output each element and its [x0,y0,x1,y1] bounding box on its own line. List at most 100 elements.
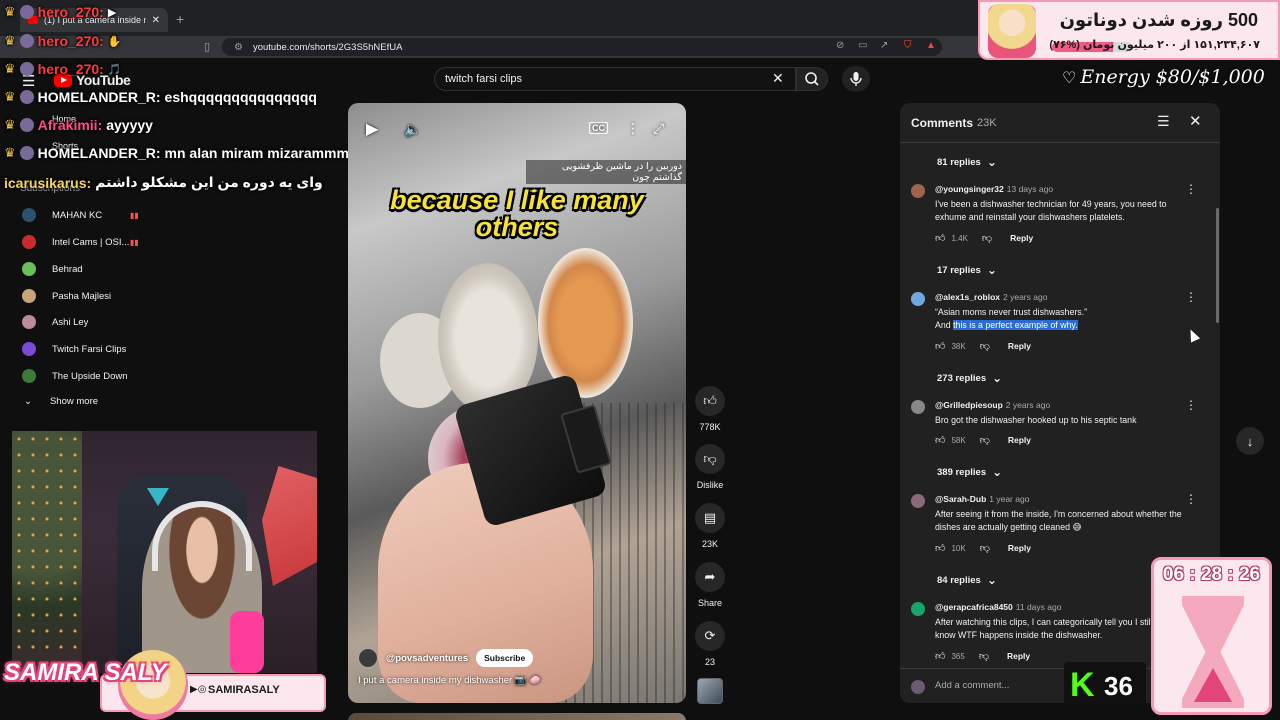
reply-button[interactable]: Reply [1008,341,1031,351]
view-replies-button[interactable]: 273 replies ⌄ [937,371,1002,385]
chat-message: ♛ hero_270: 🎵 [4,61,122,77]
comment-icon: ▤ [703,510,717,525]
comment-author[interactable]: @gerapcafrica8450 11 days ago [935,602,1061,612]
user-avatar [911,680,925,694]
site-info-icon[interactable]: ⚙ [234,42,243,53]
thumbs-down-icon[interactable]: 👎︎ [980,340,990,352]
thumbs-down-icon[interactable]: 👎︎ [980,542,990,554]
thumbs-down-icon[interactable]: 👎︎ [980,434,990,446]
comment-time: 11 days ago [1015,602,1062,612]
comment-author[interactable]: @Sarah-Dub 1 year ago [935,494,1029,504]
captions-icon[interactable]: CC [589,122,608,134]
search-button[interactable] [796,67,828,91]
chat-message: ♛ Afrakimii: ayyyyy [4,117,153,133]
view-replies-button[interactable]: 84 replies ⌄ [937,573,997,587]
reply-button[interactable]: Reply [1008,543,1031,553]
sidebar-subscription-item[interactable]: Ashi Ley [22,315,162,329]
heart-icon: ♡ [1062,68,1077,87]
comment-author[interactable]: @youngsinger32 13 days ago [935,184,1053,194]
sort-icon[interactable]: ☰ [1157,113,1170,130]
crown-badge-icon: ♛ [4,4,16,19]
thumbs-up-icon[interactable]: 👍︎ [935,542,945,554]
chevron-down-icon: ⌄ [992,371,1003,385]
thumbs-down-icon[interactable]: 👎︎ [979,650,989,662]
thumbs-up-icon[interactable]: 👍︎ [935,232,945,244]
sidebar-subscription-item[interactable]: Behrad [22,262,162,276]
view-replies-button[interactable]: 17 replies ⌄ [937,263,997,277]
energy-goal: ♡ Energy $80/$1,000 [1062,66,1265,88]
fullscreen-icon[interactable]: ⤢ [653,120,664,137]
show-more-button[interactable]: ⌄ Show more [24,396,98,407]
channel-handle[interactable]: @povsadventures [386,653,468,664]
comment-avatar[interactable] [911,494,925,508]
more-options-icon[interactable]: ⋮ [1185,182,1197,196]
thumbs-down-icon[interactable]: 👎︎ [982,232,992,244]
comment-author[interactable]: @alex1s_roblox 2 years ago [935,292,1047,302]
comment-like-count: 58K [951,435,966,445]
view-replies-button[interactable]: 81 replies ⌄ [937,155,997,169]
share-page-icon[interactable]: ↗ [880,40,888,51]
comments-scrollbar[interactable] [1216,208,1219,323]
bookmark-icon[interactable]: ▯ [204,40,210,53]
omnibox[interactable]: ⚙ youtube.com/shorts/2G3S5hNEfUA [222,38,942,56]
subscription-name: Behrad [52,263,83,275]
next-video-preview[interactable] [348,713,686,720]
brave-shield-icon[interactable]: ⛉ [904,40,912,51]
comment-author[interactable]: @Grilledpiesoup 2 years ago [935,400,1050,410]
persian-subtitle: دوربین را در ماشین ظرفشویی گذاشتم چون [526,160,686,184]
subscription-name: Ashi Ley [52,316,89,328]
more-options-icon[interactable]: ⋮ [1185,492,1197,506]
add-comment-input[interactable]: Add a comment... [935,680,1009,691]
more-options-icon[interactable]: ⋮ [1185,290,1197,304]
reply-button[interactable]: Reply [1008,435,1031,445]
volume-icon[interactable]: 🔈 [404,121,421,138]
remix-button[interactable]: ⟳ 23 [694,621,726,667]
next-video-button[interactable]: ↓ [1236,427,1264,455]
subathon-timer: 06 : 28 : 26 [1151,557,1272,715]
like-button[interactable]: 👍︎ 778K [694,386,726,432]
crown-badge-icon: ♛ [4,117,16,132]
comment-avatar[interactable] [911,292,925,306]
thumbs-up-icon[interactable]: 👍︎ [935,434,945,446]
sidebar-subscription-item[interactable]: Intel Cams | OSI... ▮▮ [22,235,162,249]
sidebar-subscription-item[interactable]: MAHAN KC ▮▮ [22,208,162,222]
chat-emote-icon: ▶ [107,6,117,19]
sound-thumbnail[interactable] [697,678,723,704]
channel-avatar [22,235,36,249]
view-replies-button[interactable]: 389 replies ⌄ [937,465,1002,479]
thumbs-up-icon[interactable]: 👍︎ [935,340,945,352]
sidebar-subscription-item[interactable]: Pasha Majlesi [22,289,162,303]
live-indicator-icon: ▮▮ [130,237,139,247]
video-caption: because I like many others [390,185,644,242]
dislike-button[interactable]: 👎︎ Dislike [694,444,726,490]
reply-button[interactable]: Reply [1007,651,1030,661]
subscription-name: Twitch Farsi Clips [52,343,127,355]
share-button[interactable]: ➦ Share [694,562,726,608]
more-options-icon[interactable]: ⋮ [626,120,640,137]
new-tab-icon[interactable]: + [176,11,184,27]
sidebar-subscription-item[interactable]: Twitch Farsi Clips [22,342,162,356]
clear-search-icon[interactable]: ✕ [772,70,784,87]
more-options-icon[interactable]: ⋮ [1185,398,1197,412]
reply-button[interactable]: Reply [1010,233,1033,243]
sidebar-subscription-item[interactable]: The Upside Down [22,369,162,383]
comment-avatar[interactable] [911,602,925,616]
thumbs-up-icon[interactable]: 👍︎ [935,650,945,662]
search-input[interactable]: twitch farsi clips [434,67,796,91]
subscribe-button[interactable]: Subscribe [476,649,534,667]
eye-off-icon[interactable]: ⊘ [836,40,844,51]
video-title[interactable]: I put a camera inside my dishwasher 📷 🧼 [358,675,541,686]
shorts-video-player[interactable]: ▶ 🔈 CC ⋮ ⤢ دوربین را در ماشین ظرفشویی گذ… [348,103,686,703]
close-icon[interactable]: ✕ [1189,112,1202,130]
channel-avatar[interactable] [358,648,378,668]
close-tab-icon[interactable]: ✕ [152,15,160,26]
cast-icon[interactable]: ▭ [858,40,867,51]
voice-search-button[interactable] [842,66,870,92]
comment-body: I've been a dishwasher technician for 49… [935,198,1201,224]
play-icon[interactable]: ▶ [366,119,378,139]
comment-avatar[interactable] [911,184,925,198]
channel-avatar [22,369,36,383]
comments-button[interactable]: ▤ 23K [694,503,726,549]
rewards-icon[interactable]: ▲ [926,40,936,51]
comment-avatar[interactable] [911,400,925,414]
